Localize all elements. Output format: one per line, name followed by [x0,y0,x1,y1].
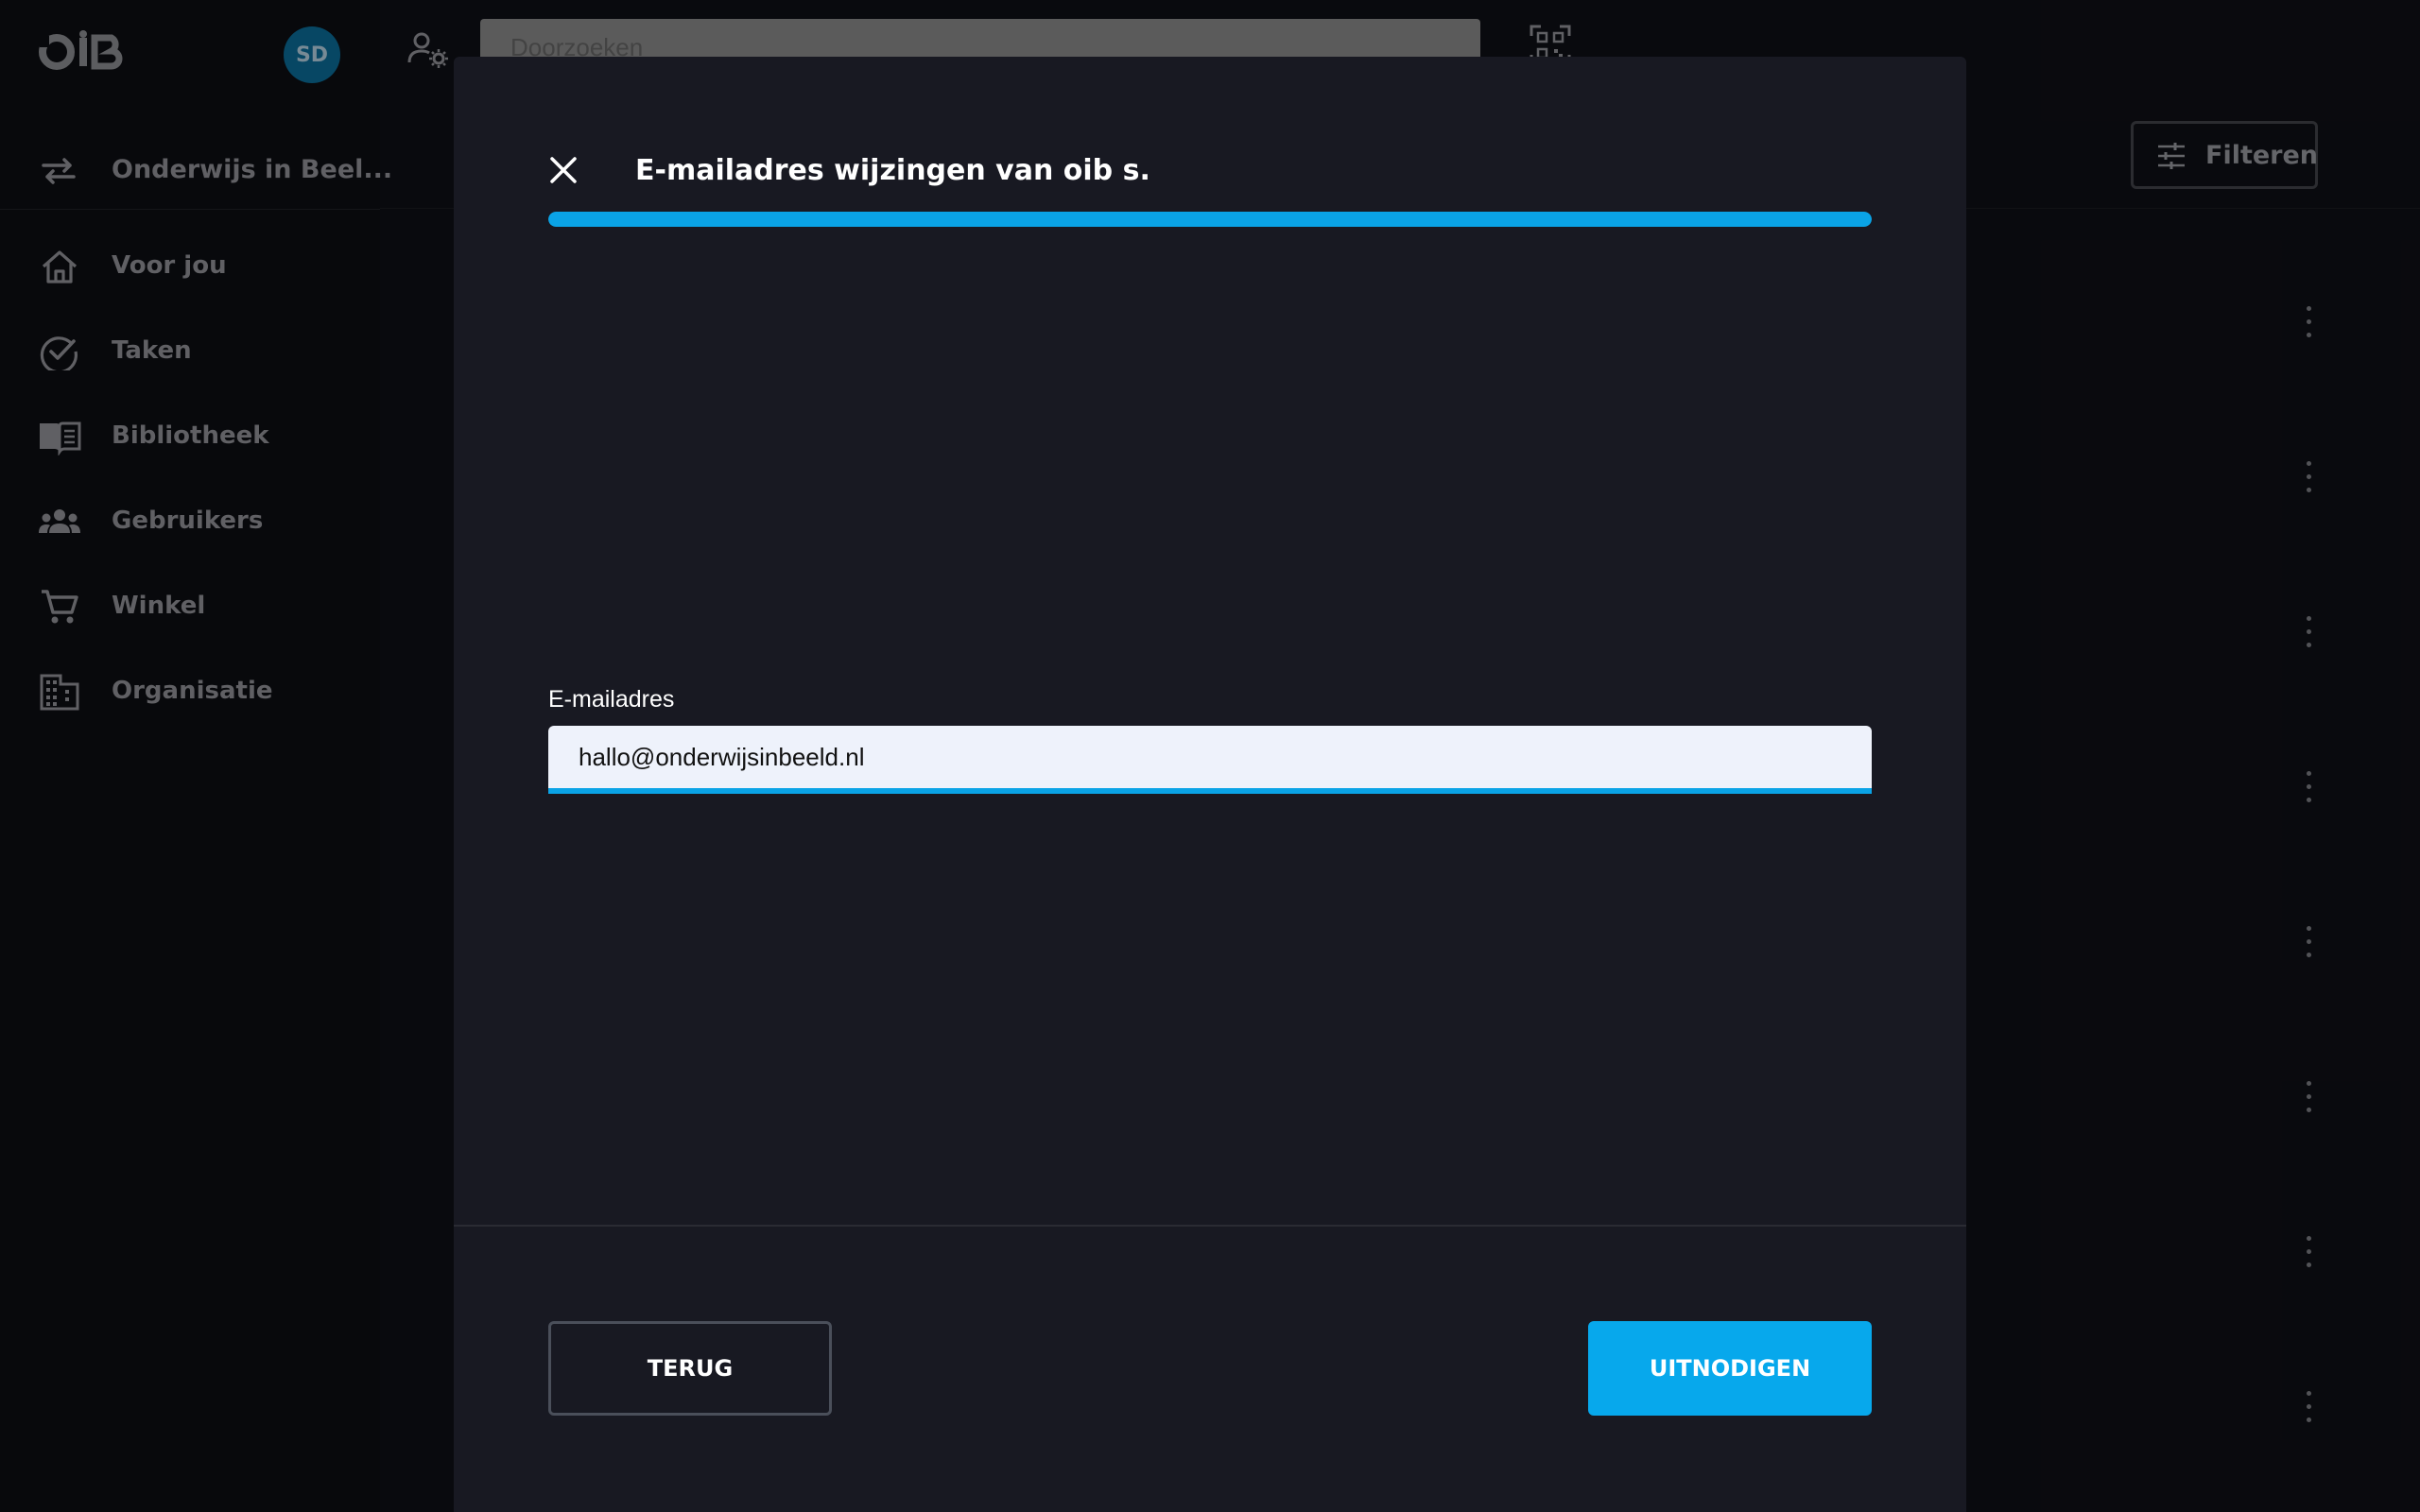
close-button[interactable] [544,151,582,189]
close-icon [550,157,577,183]
invite-button[interactable]: UITNODIGEN [1588,1321,1872,1416]
progress-fill [548,212,1872,227]
progress-bar [548,212,1872,227]
email-field[interactable] [548,726,1872,788]
dialog-title: E-mailadres wijzingen van oib s. [635,154,1150,187]
dialog-footer-divider [454,1225,1966,1227]
change-email-dialog: E-mailadres wijzingen van oib s. E-maila… [454,57,1966,1512]
email-field-wrapper [548,726,1872,794]
back-button[interactable]: TERUG [548,1321,832,1416]
email-field-label: E-mailadres [548,686,675,713]
